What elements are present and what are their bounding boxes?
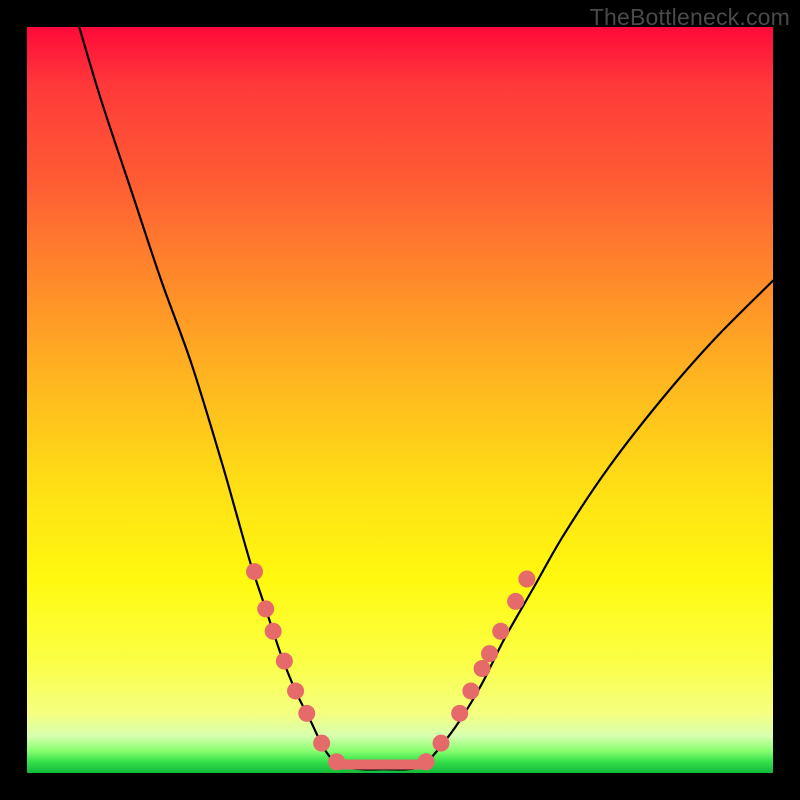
marker-right-4: [474, 660, 491, 677]
marker-layer: [246, 563, 535, 770]
marker-left-7: [328, 753, 345, 770]
marker-right-2: [451, 705, 468, 722]
marker-left-6: [313, 735, 330, 752]
curve-layer: [79, 27, 773, 770]
marker-right-0: [418, 753, 435, 770]
marker-left-4: [287, 682, 304, 699]
marker-right-5: [481, 645, 498, 662]
marker-left-0: [246, 563, 263, 580]
marker-right-7: [507, 593, 524, 610]
bottleneck-curve: [79, 27, 773, 770]
marker-right-3: [462, 682, 479, 699]
chart-svg: [27, 27, 773, 773]
marker-left-3: [276, 653, 293, 670]
trough-band: [337, 760, 427, 770]
marker-left-1: [257, 600, 274, 617]
plot-area: [27, 27, 773, 773]
watermark-text: TheBottleneck.com: [590, 4, 790, 31]
marker-left-5: [298, 705, 315, 722]
marker-right-6: [492, 623, 509, 640]
marker-right-1: [433, 735, 450, 752]
marker-left-2: [265, 623, 282, 640]
marker-right-8: [518, 571, 535, 588]
outer-frame: TheBottleneck.com: [0, 0, 800, 800]
